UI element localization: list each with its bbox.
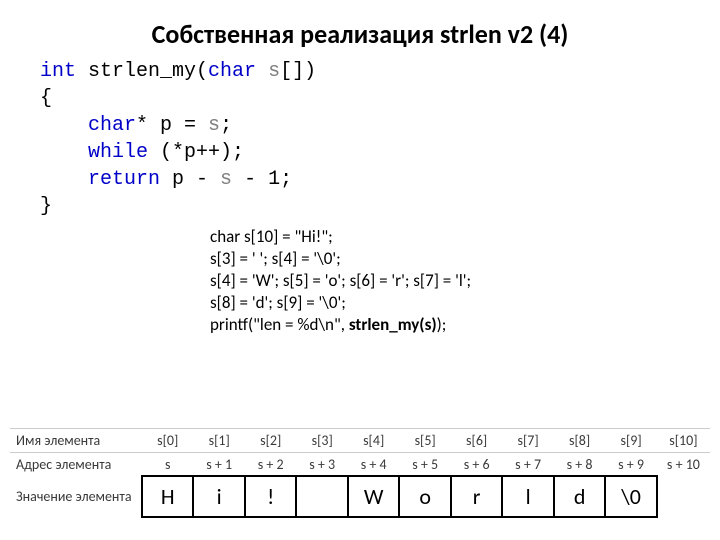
usage-bold: strlen_my(s) bbox=[349, 314, 437, 335]
name-cell: s[2] bbox=[245, 429, 296, 453]
name-cell: s[6] bbox=[451, 429, 502, 453]
code-indent bbox=[40, 114, 88, 137]
addr-cell: s + 1 bbox=[193, 453, 244, 477]
value-cell: H bbox=[142, 476, 193, 517]
value-cell: l bbox=[502, 476, 553, 517]
addr-cell: s + 2 bbox=[245, 453, 296, 477]
addr-cell: s + 10 bbox=[657, 453, 710, 477]
name-cell: s[7] bbox=[502, 429, 553, 453]
code-text: strlen_my( bbox=[76, 60, 208, 83]
name-cell: s[5] bbox=[399, 429, 450, 453]
code-text: (*p++); bbox=[148, 141, 244, 164]
code-brace: { bbox=[40, 87, 52, 110]
value-cell-empty bbox=[657, 476, 710, 517]
name-cell: s[1] bbox=[193, 429, 244, 453]
addr-cell: s + 8 bbox=[554, 453, 605, 477]
value-cell bbox=[296, 476, 347, 517]
code-param: s bbox=[256, 60, 280, 83]
usage-block: char s[10] = "Hi!"; s[3] = ' '; s[4] = '… bbox=[0, 220, 720, 336]
code-kw-char: char bbox=[208, 60, 256, 83]
name-cell: s[4] bbox=[348, 429, 399, 453]
addr-cell: s + 6 bbox=[451, 453, 502, 477]
code-kw-while: while bbox=[88, 141, 148, 164]
addr-cell: s + 9 bbox=[605, 453, 656, 477]
code-text: * p = bbox=[136, 114, 208, 137]
name-cell: s[9] bbox=[605, 429, 656, 453]
value-cell: ! bbox=[245, 476, 296, 517]
code-indent bbox=[40, 141, 88, 164]
code-text: []) bbox=[280, 60, 316, 83]
addr-cell: s + 4 bbox=[348, 453, 399, 477]
value-cell: W bbox=[348, 476, 399, 517]
name-cell: s[3] bbox=[296, 429, 347, 453]
row-header-name: Имя элемента bbox=[10, 429, 142, 453]
code-kw-char: char bbox=[88, 114, 136, 137]
row-names: Имя элемента s[0] s[1] s[2] s[3] s[4] s[… bbox=[10, 429, 710, 453]
code-var: s bbox=[208, 114, 220, 137]
usage-text: printf("len = %d\n", bbox=[210, 314, 349, 335]
row-header-addr: Адрес элемента bbox=[10, 453, 142, 477]
usage-line: s[8] = 'd'; s[9] = '\0'; bbox=[210, 292, 720, 314]
code-kw-return: return bbox=[88, 168, 160, 191]
page-title: Собственная реализация strlen v2 (4) bbox=[0, 0, 720, 58]
value-cell: \0 bbox=[605, 476, 656, 517]
usage-line: s[3] = ' '; s[4] = '\0'; bbox=[210, 248, 720, 270]
code-text: ; bbox=[220, 114, 232, 137]
code-brace: } bbox=[40, 195, 52, 218]
addr-cell: s bbox=[142, 453, 193, 477]
code-var: s bbox=[220, 168, 232, 191]
code-text: p - bbox=[160, 168, 220, 191]
value-cell: r bbox=[451, 476, 502, 517]
usage-text: ); bbox=[437, 314, 447, 335]
addr-cell: s + 3 bbox=[296, 453, 347, 477]
usage-line: char s[10] = "Hi!"; bbox=[210, 226, 720, 248]
code-block: int strlen_my(char s[]) { char* p = s; w… bbox=[0, 58, 720, 220]
value-cell: o bbox=[399, 476, 450, 517]
array-table: Имя элемента s[0] s[1] s[2] s[3] s[4] s[… bbox=[10, 428, 710, 518]
row-header-value: Значение элемента bbox=[10, 476, 142, 517]
row-values: Значение элемента H i ! W o r l d \0 bbox=[10, 476, 710, 517]
code-text: - 1; bbox=[232, 168, 292, 191]
code-indent bbox=[40, 168, 88, 191]
usage-line: s[4] = 'W'; s[5] = 'o'; s[6] = 'r'; s[7]… bbox=[210, 270, 720, 292]
value-cell: i bbox=[193, 476, 244, 517]
addr-cell: s + 5 bbox=[399, 453, 450, 477]
usage-line: printf("len = %d\n", strlen_my(s)); bbox=[210, 314, 720, 336]
name-cell: s[0] bbox=[142, 429, 193, 453]
value-cell: d bbox=[554, 476, 605, 517]
name-cell: s[8] bbox=[554, 429, 605, 453]
addr-cell: s + 7 bbox=[502, 453, 553, 477]
name-cell: s[10] bbox=[657, 429, 710, 453]
code-kw-int: int bbox=[40, 60, 76, 83]
row-addrs: Адрес элемента s s + 1 s + 2 s + 3 s + 4… bbox=[10, 453, 710, 477]
